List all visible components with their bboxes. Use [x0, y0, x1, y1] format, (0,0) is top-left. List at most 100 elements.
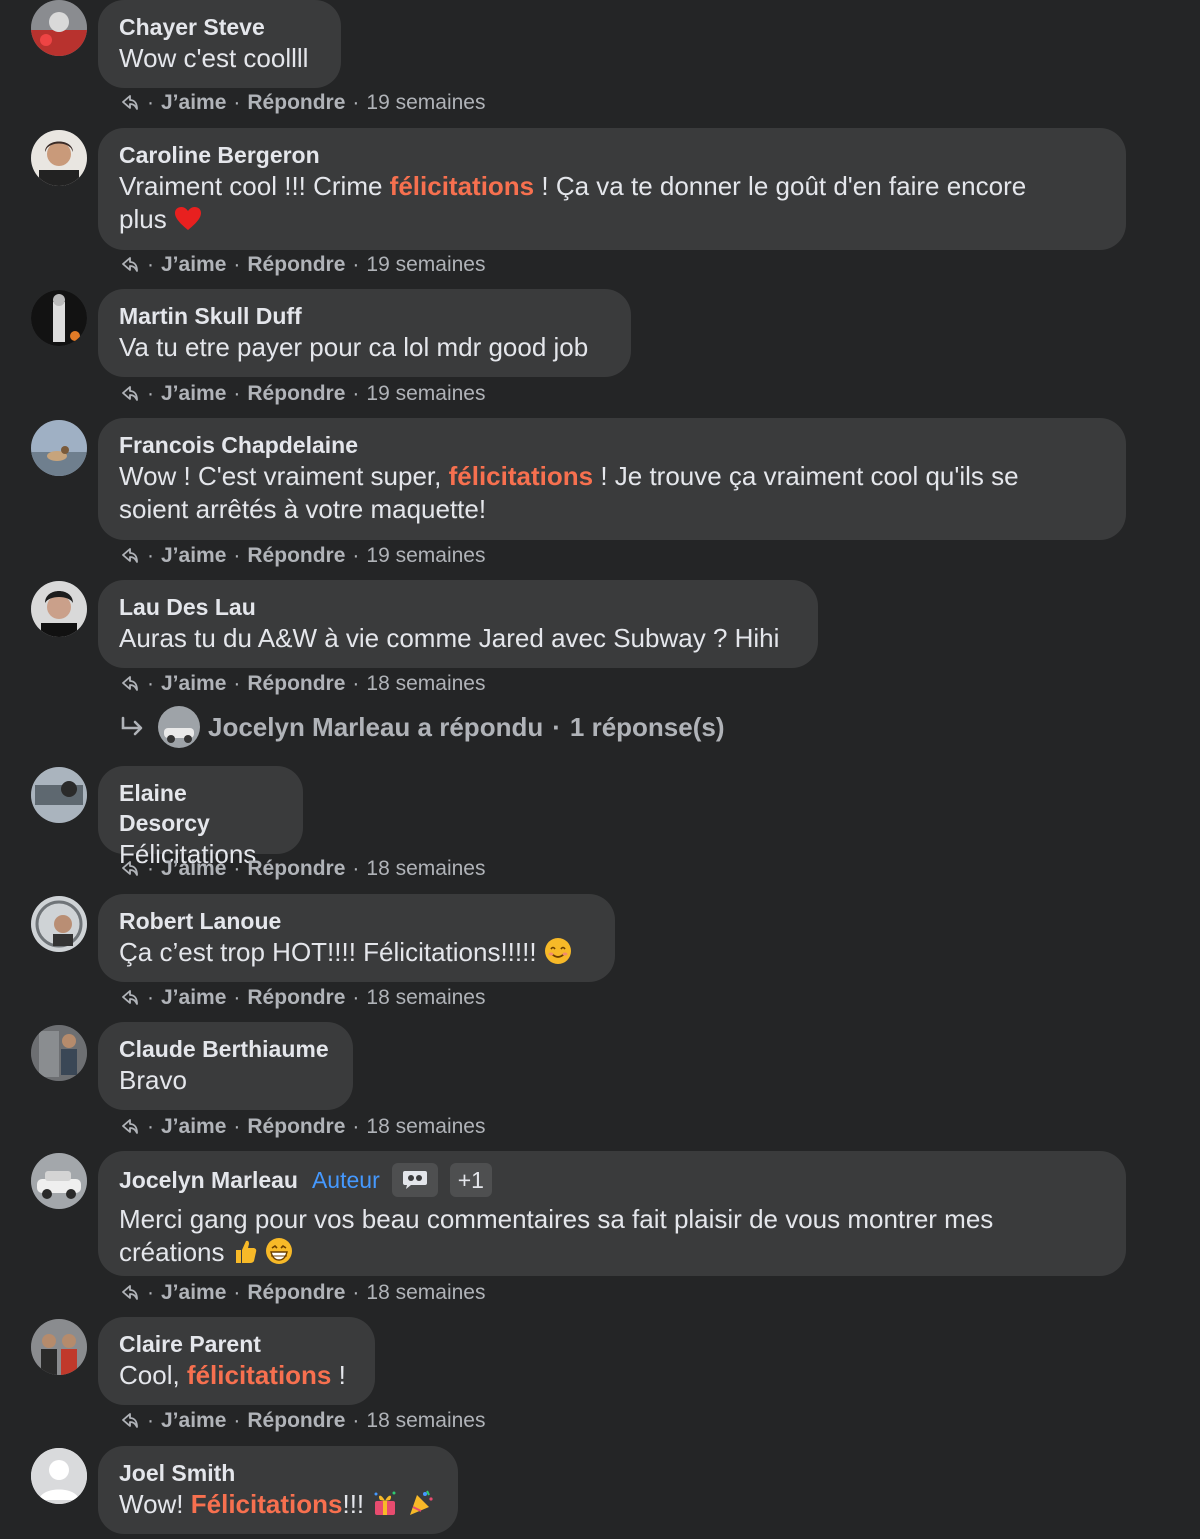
reply-button[interactable]: Répondre: [247, 1114, 345, 1140]
red-heart-icon: [174, 207, 201, 230]
share-icon[interactable]: [120, 859, 140, 879]
like-button[interactable]: J’aime: [161, 671, 226, 697]
comment-text: Wow ! C'est vraiment super, félicitation…: [119, 461, 1019, 524]
share-icon[interactable]: [120, 93, 140, 113]
commenter-name[interactable]: Martin Skull Duff: [119, 301, 610, 331]
badge-icon[interactable]: [391, 1163, 438, 1197]
smiling-face-icon: [544, 938, 571, 964]
commenter-name-link[interactable]: Jocelyn Marleau: [119, 1165, 298, 1195]
highlighted-word[interactable]: félicitations: [390, 171, 534, 201]
share-icon[interactable]: [120, 1117, 140, 1137]
like-button[interactable]: J’aime: [161, 381, 226, 407]
comment-bubble: Joel Smith Wow! Félicitations!!!: [98, 1446, 458, 1534]
like-button[interactable]: J’aime: [161, 543, 226, 569]
top-fan-badge-icon: [402, 1171, 427, 1189]
comment-bubble: Robert Lanoue Ça c’est trop HOT!!!! Féli…: [98, 894, 615, 982]
avatar[interactable]: [31, 1319, 87, 1375]
comment-actions: · J’aime · Répondre · 19 semaines: [120, 252, 485, 278]
avatar[interactable]: [31, 896, 87, 952]
timestamp[interactable]: 18 semaines: [366, 1280, 485, 1306]
like-button[interactable]: J’aime: [161, 252, 226, 278]
reply-arrow-icon: [121, 716, 143, 736]
comment-actions: · J’aime · Répondre · 18 semaines: [120, 1408, 485, 1434]
commenter-name[interactable]: Caroline Bergeron: [119, 140, 1105, 170]
comment-bubble: Elaine Desorcy Félicitations: [98, 766, 303, 869]
comment-text: Cool, félicitations !: [119, 1360, 346, 1390]
like-button[interactable]: J’aime: [161, 1114, 226, 1140]
comment-bubble: Claude Berthiaume Bravo: [98, 1022, 353, 1110]
share-icon[interactable]: [120, 384, 140, 404]
commenter-name[interactable]: Claude Berthiaume: [119, 1034, 332, 1064]
comment-text: Wow c'est coollll: [119, 43, 309, 73]
avatar[interactable]: [31, 130, 87, 186]
commenter-name[interactable]: Claire Parent: [119, 1329, 354, 1359]
badge-count[interactable]: +1: [449, 1163, 492, 1197]
highlighted-word[interactable]: félicitations: [449, 461, 593, 491]
like-button[interactable]: J’aime: [161, 856, 226, 882]
highlighted-word[interactable]: félicitations: [187, 1360, 331, 1390]
commenter-name[interactable]: Joel Smith: [119, 1458, 437, 1488]
comment-bubble: Caroline Bergeron Vraiment cool !!! Crim…: [98, 128, 1126, 250]
comment-actions: · J’aime · Répondre · 19 semaines: [120, 90, 485, 116]
thumbs-up-grin-icon: [232, 1237, 293, 1267]
comment-text: Va tu etre payer pour ca lol mdr good jo…: [119, 332, 589, 362]
share-icon[interactable]: [120, 255, 140, 275]
share-icon[interactable]: [120, 988, 140, 1008]
reply-button[interactable]: Répondre: [247, 856, 345, 882]
commenter-name[interactable]: Robert Lanoue: [119, 906, 594, 936]
timestamp[interactable]: 18 semaines: [366, 1114, 485, 1140]
comment-bubble: Martin Skull Duff Va tu etre payer pour …: [98, 289, 631, 377]
like-button[interactable]: J’aime: [161, 90, 226, 116]
share-icon[interactable]: [120, 674, 140, 694]
avatar[interactable]: [31, 420, 87, 476]
reply-button[interactable]: Répondre: [247, 381, 345, 407]
comment-bubble: Lau Des Lau Auras tu du A&W à vie comme …: [98, 580, 818, 668]
avatar[interactable]: [31, 1153, 87, 1209]
highlighted-word[interactable]: Félicitations: [191, 1489, 343, 1519]
avatar[interactable]: [31, 0, 87, 56]
comment-bubble: Chayer Steve Wow c'est coollll: [98, 0, 341, 88]
reply-button[interactable]: Répondre: [247, 1408, 345, 1434]
party-icon: [371, 1489, 434, 1519]
timestamp[interactable]: 18 semaines: [366, 1408, 485, 1434]
comment-actions: · J’aime · Répondre · 18 semaines: [120, 671, 485, 697]
default-user-icon: [31, 1448, 87, 1504]
replier-name: Jocelyn Marleau: [208, 711, 411, 742]
like-button[interactable]: J’aime: [161, 1280, 226, 1306]
avatar[interactable]: [31, 1025, 87, 1081]
reply-button[interactable]: Répondre: [247, 1280, 345, 1306]
reply-button[interactable]: Répondre: [247, 543, 345, 569]
timestamp[interactable]: 18 semaines: [366, 671, 485, 697]
comment-text: Ça c’est trop HOT!!!! Félicitations!!!!!: [119, 936, 594, 969]
share-icon[interactable]: [120, 1411, 140, 1431]
commenter-name[interactable]: Chayer Steve: [119, 12, 320, 42]
timestamp[interactable]: 18 semaines: [366, 985, 485, 1011]
avatar[interactable]: [31, 290, 87, 346]
avatar[interactable]: [31, 581, 87, 637]
avatar[interactable]: [31, 767, 87, 823]
reply-button[interactable]: Répondre: [247, 252, 345, 278]
like-button[interactable]: J’aime: [161, 1408, 226, 1434]
timestamp[interactable]: 19 semaines: [366, 381, 485, 407]
author-badge: Auteur: [311, 1167, 380, 1193]
view-replies-link[interactable]: Jocelyn Marleau a répondu · 1 réponse(s): [120, 706, 725, 748]
commenter-name[interactable]: Lau Des Lau: [119, 592, 797, 622]
timestamp[interactable]: 18 semaines: [366, 856, 485, 882]
reply-button[interactable]: Répondre: [247, 671, 345, 697]
commenter-name[interactable]: Francois Chapdelaine: [119, 430, 1105, 460]
comment-text: Wow! Félicitations!!!: [119, 1488, 437, 1521]
comment-text: Merci gang pour vos beau commentaires sa…: [119, 1204, 994, 1267]
comment-actions: · J’aime · Répondre · 19 semaines: [120, 543, 485, 569]
reply-button[interactable]: Répondre: [247, 985, 345, 1011]
share-icon[interactable]: [120, 1283, 140, 1303]
share-icon[interactable]: [120, 546, 140, 566]
avatar[interactable]: [31, 1448, 87, 1504]
comment-bubble: Jocelyn Marleau Auteur +1 Merci gang pou…: [98, 1151, 1126, 1276]
timestamp[interactable]: 19 semaines: [366, 543, 485, 569]
reply-button[interactable]: Répondre: [247, 90, 345, 116]
comment-text: Bravo: [119, 1065, 187, 1095]
commenter-name[interactable]: Elaine Desorcy: [119, 778, 282, 838]
like-button[interactable]: J’aime: [161, 985, 226, 1011]
timestamp[interactable]: 19 semaines: [366, 252, 485, 278]
timestamp[interactable]: 19 semaines: [366, 90, 485, 116]
